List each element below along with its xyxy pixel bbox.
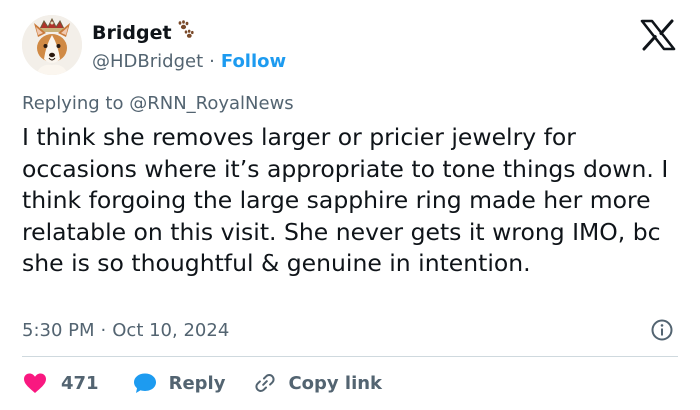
separator-dot: · [100, 319, 107, 341]
timestamp[interactable]: 5:30 PM · Oct 10, 2024 [22, 318, 229, 342]
replying-prefix: Replying to [22, 93, 124, 114]
copy-link-button[interactable]: Copy link [253, 371, 382, 395]
reply-button[interactable]: Reply [132, 371, 226, 395]
action-bar: 471 Reply Copy link [22, 370, 382, 396]
tweet-date: Oct 10, 2024 [112, 319, 230, 341]
tweet-text: I think she removes larger or pricier je… [22, 123, 669, 277]
like-button[interactable]: 471 [22, 371, 99, 395]
copy-link-label: Copy link [288, 372, 383, 394]
info-icon[interactable] [650, 318, 674, 342]
link-icon [255, 374, 276, 392]
reply-label: Reply [168, 372, 226, 394]
follow-button[interactable]: Follow [221, 51, 286, 72]
paw-prints-icon [178, 20, 194, 38]
user-handle[interactable]: @HDBridget [92, 51, 203, 72]
tweet-time: 5:30 PM [22, 319, 95, 341]
corgi-avatar-icon [22, 15, 82, 75]
heart-icon [24, 373, 46, 393]
replying-mention[interactable]: @RNN_RoyalNews [129, 93, 293, 114]
replying-to: Replying to @RNN_RoyalNews [22, 93, 294, 114]
avatar[interactable] [22, 15, 82, 75]
display-name-row: Bridget [92, 20, 286, 46]
divider [22, 356, 678, 357]
x-logo-icon[interactable] [640, 19, 676, 51]
separator-dot: · [209, 50, 215, 72]
handle-row: @HDBridget · Follow [92, 49, 286, 73]
user-info: Bridget @HDBridget · Follow [92, 20, 286, 73]
speech-bubble-icon [133, 373, 156, 393]
display-name[interactable]: Bridget [92, 22, 172, 44]
like-count: 471 [61, 372, 99, 394]
